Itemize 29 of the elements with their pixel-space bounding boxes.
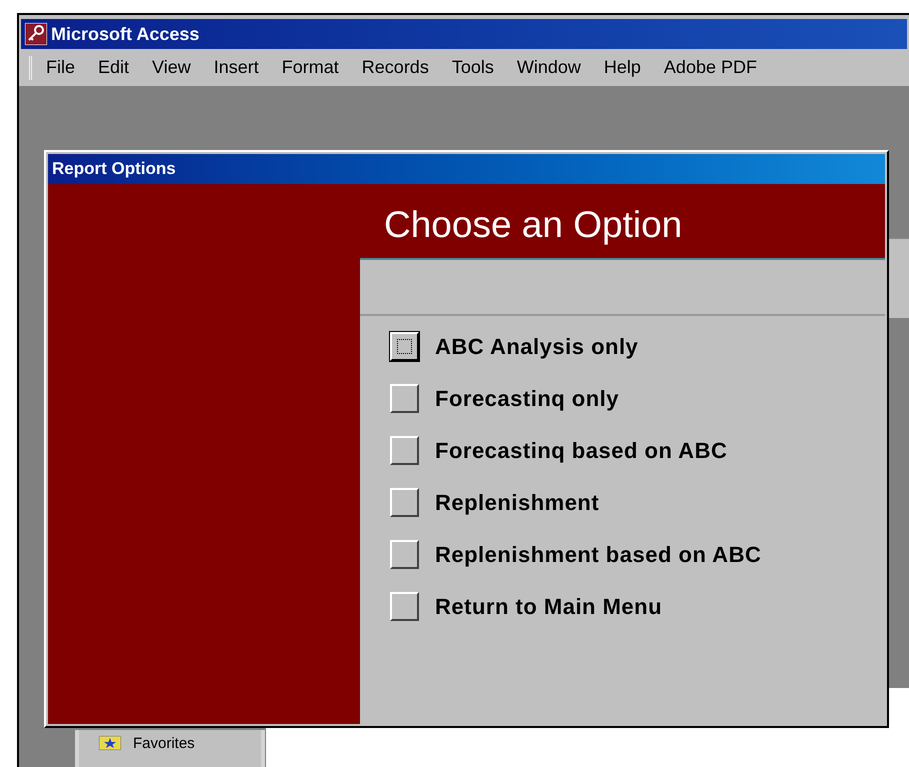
option-label: Replenishment based on ABC <box>435 541 762 569</box>
option-label: Forecastinq based on ABC <box>435 437 728 465</box>
option-label: Return to Main Menu <box>435 593 662 621</box>
menu-item[interactable]: Window <box>516 54 581 81</box>
option-label: Forecastinq only <box>435 385 620 413</box>
form-heading: Choose an Option <box>384 206 682 243</box>
key-icon <box>25 23 47 45</box>
option-label: ABC Analysis only <box>435 333 638 361</box>
option-button[interactable] <box>390 488 419 517</box>
star-folder-icon <box>99 736 121 750</box>
menu-item[interactable]: Adobe PDF <box>664 54 757 81</box>
menu-item[interactable]: File <box>46 54 76 81</box>
toolbar-grip <box>29 56 32 80</box>
menu-item[interactable]: Edit <box>98 54 130 81</box>
menu-item[interactable]: Help <box>604 54 641 81</box>
option-button[interactable] <box>390 540 419 569</box>
option-button[interactable] <box>390 436 419 465</box>
option-button[interactable] <box>390 332 419 361</box>
menu-item[interactable]: View <box>152 54 191 81</box>
option-button[interactable] <box>390 384 419 413</box>
window-title: Microsoft Access <box>51 22 200 46</box>
menu-item[interactable]: Records <box>362 54 429 81</box>
dialog-title: Report Options <box>52 158 176 180</box>
menu-item[interactable]: Tools <box>452 54 494 81</box>
option-label: Replenishment <box>435 489 600 517</box>
menu-item[interactable]: Format <box>282 54 339 81</box>
option-button[interactable] <box>390 592 419 621</box>
list-item[interactable]: Favorites <box>133 736 195 751</box>
menu-item[interactable]: Insert <box>214 54 259 81</box>
